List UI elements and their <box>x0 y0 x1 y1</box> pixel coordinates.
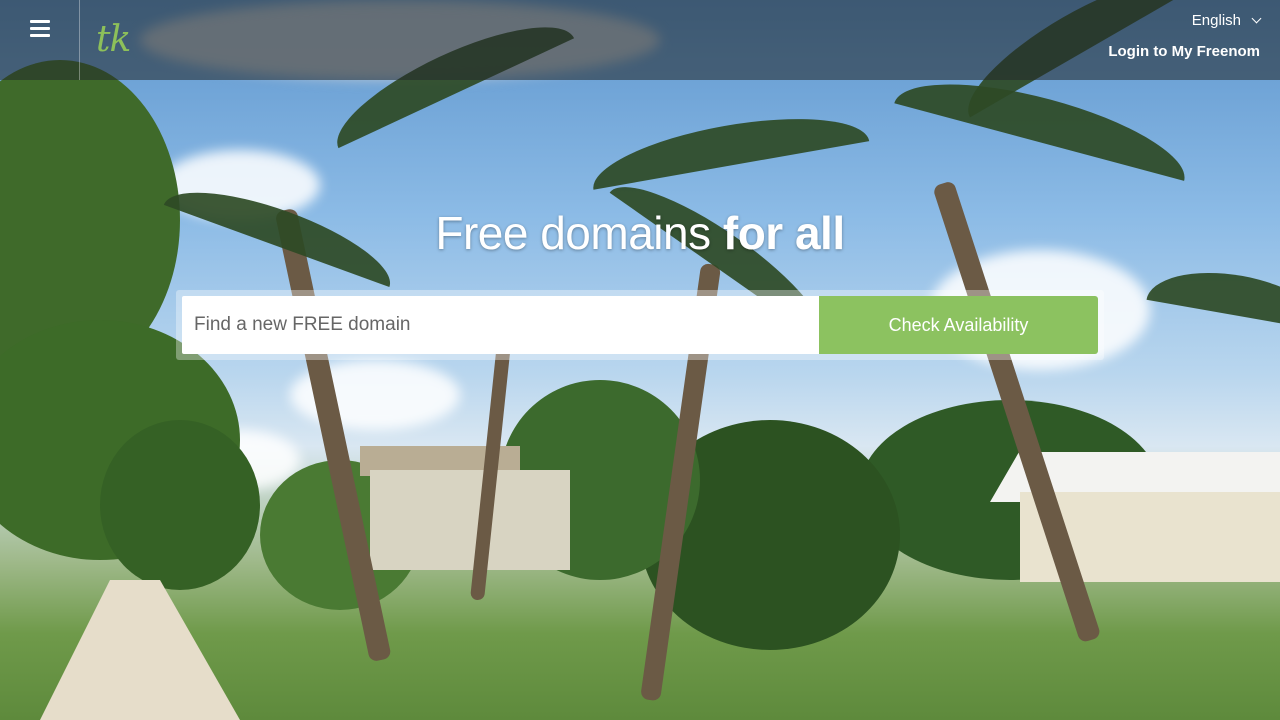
language-selector[interactable]: English <box>1191 12 1262 29</box>
hero-title-bold: for all <box>722 207 845 259</box>
domain-search-input[interactable] <box>182 296 819 354</box>
domain-search-form: Check Availability <box>176 290 1104 360</box>
chevron-down-icon <box>1251 13 1262 24</box>
top-navigation-bar: tk English Login to My Freenom <box>0 0 1280 80</box>
language-label: English <box>1191 12 1241 29</box>
background-photo <box>0 0 1280 720</box>
dot-tk-logo[interactable]: tk <box>96 18 176 62</box>
hamburger-menu-icon[interactable] <box>29 20 50 37</box>
hero-title: Free domains for all <box>0 206 1280 260</box>
menu-button[interactable] <box>0 0 80 80</box>
check-availability-button[interactable]: Check Availability <box>819 296 1098 354</box>
hero-title-light: Free domains <box>435 207 723 259</box>
login-link[interactable]: Login to My Freenom <box>1108 43 1260 60</box>
logo-text: tk <box>96 19 131 60</box>
